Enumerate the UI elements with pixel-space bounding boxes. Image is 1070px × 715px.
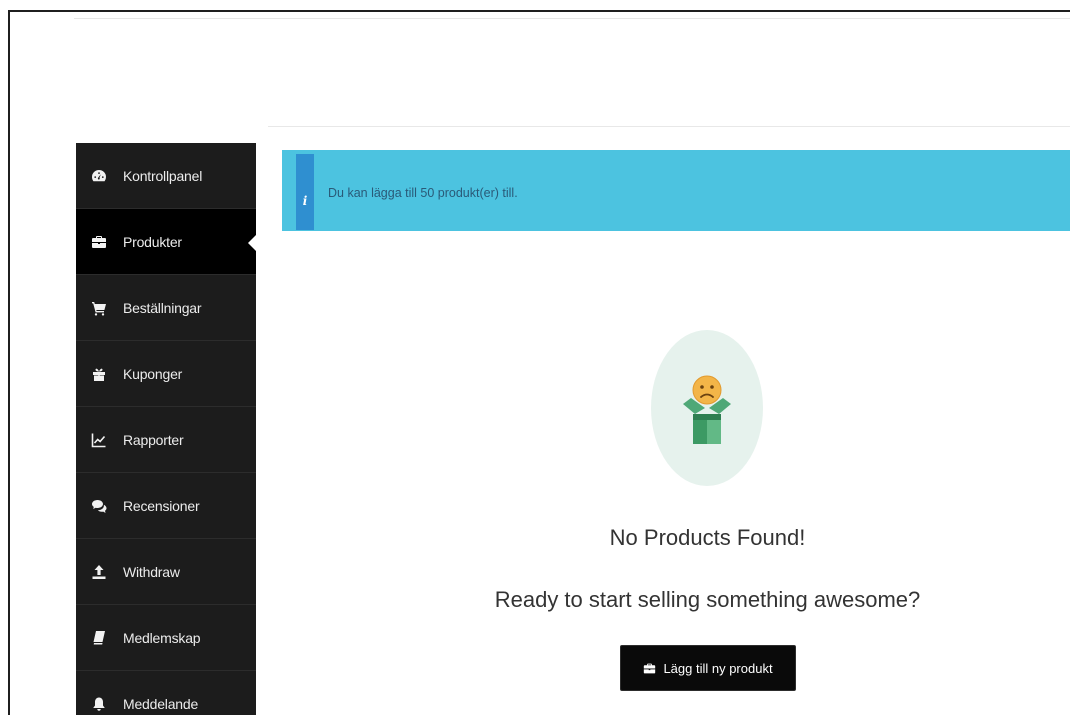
sidebar-item-withdraw[interactable]: Withdraw <box>76 539 256 605</box>
briefcase-icon <box>90 233 108 251</box>
sidebar-item-meddelande[interactable]: Meddelande <box>76 671 256 715</box>
dashboard-sidebar: Kontrollpanel Produkter Beställningar Ku… <box>76 143 256 715</box>
active-item-pointer <box>248 231 260 255</box>
add-new-product-button[interactable]: Lägg till ny produkt <box>620 645 796 691</box>
comments-icon <box>90 497 108 515</box>
empty-state-title: No Products Found! <box>609 525 806 550</box>
sidebar-item-bestallningar[interactable]: Beställningar <box>76 275 256 341</box>
alert-message: Du kan lägga till 50 produkt(er) till. <box>328 186 518 200</box>
sad-box-illustration <box>683 375 731 444</box>
add-product-label: Lägg till ny produkt <box>663 660 773 676</box>
sidebar-item-label: Meddelande <box>123 695 199 712</box>
upload-icon <box>90 563 108 581</box>
window-frame-left <box>8 10 10 715</box>
sidebar-item-label: Withdraw <box>123 563 180 580</box>
info-icon: i <box>296 154 314 230</box>
sidebar-item-label: Produkter <box>123 233 182 250</box>
sidebar-item-produkter[interactable]: Produkter <box>76 209 256 275</box>
sidebar-item-kuponger[interactable]: Kuponger <box>76 341 256 407</box>
sidebar-item-label: Kuponger <box>123 365 183 382</box>
info-alert: i Du kan lägga till 50 produkt(er) till. <box>282 150 1070 231</box>
gift-icon <box>90 365 108 383</box>
bell-icon <box>90 695 108 713</box>
dashboard-icon <box>90 167 108 185</box>
sidebar-item-kontrollpanel[interactable]: Kontrollpanel <box>76 143 256 209</box>
empty-products-illustration <box>651 330 763 486</box>
sidebar-item-label: Kontrollpanel <box>123 167 203 184</box>
cart-icon <box>90 299 108 317</box>
window-frame-top <box>8 10 1070 12</box>
book-icon <box>90 629 108 647</box>
sidebar-item-label: Medlemskap <box>123 629 201 646</box>
briefcase-icon <box>644 663 656 673</box>
sidebar-item-label: Recensioner <box>123 497 200 514</box>
content-divider <box>268 126 1070 127</box>
sidebar-item-label: Rapporter <box>123 431 184 448</box>
chart-icon <box>90 431 108 449</box>
sidebar-item-rapporter[interactable]: Rapporter <box>76 407 256 473</box>
sidebar-item-label: Beställningar <box>123 299 202 316</box>
sidebar-item-recensioner[interactable]: Recensioner <box>76 473 256 539</box>
sidebar-item-medlemskap[interactable]: Medlemskap <box>76 605 256 671</box>
header-divider <box>74 18 1070 19</box>
empty-state-subtitle: Ready to start selling something awesome… <box>494 587 921 612</box>
